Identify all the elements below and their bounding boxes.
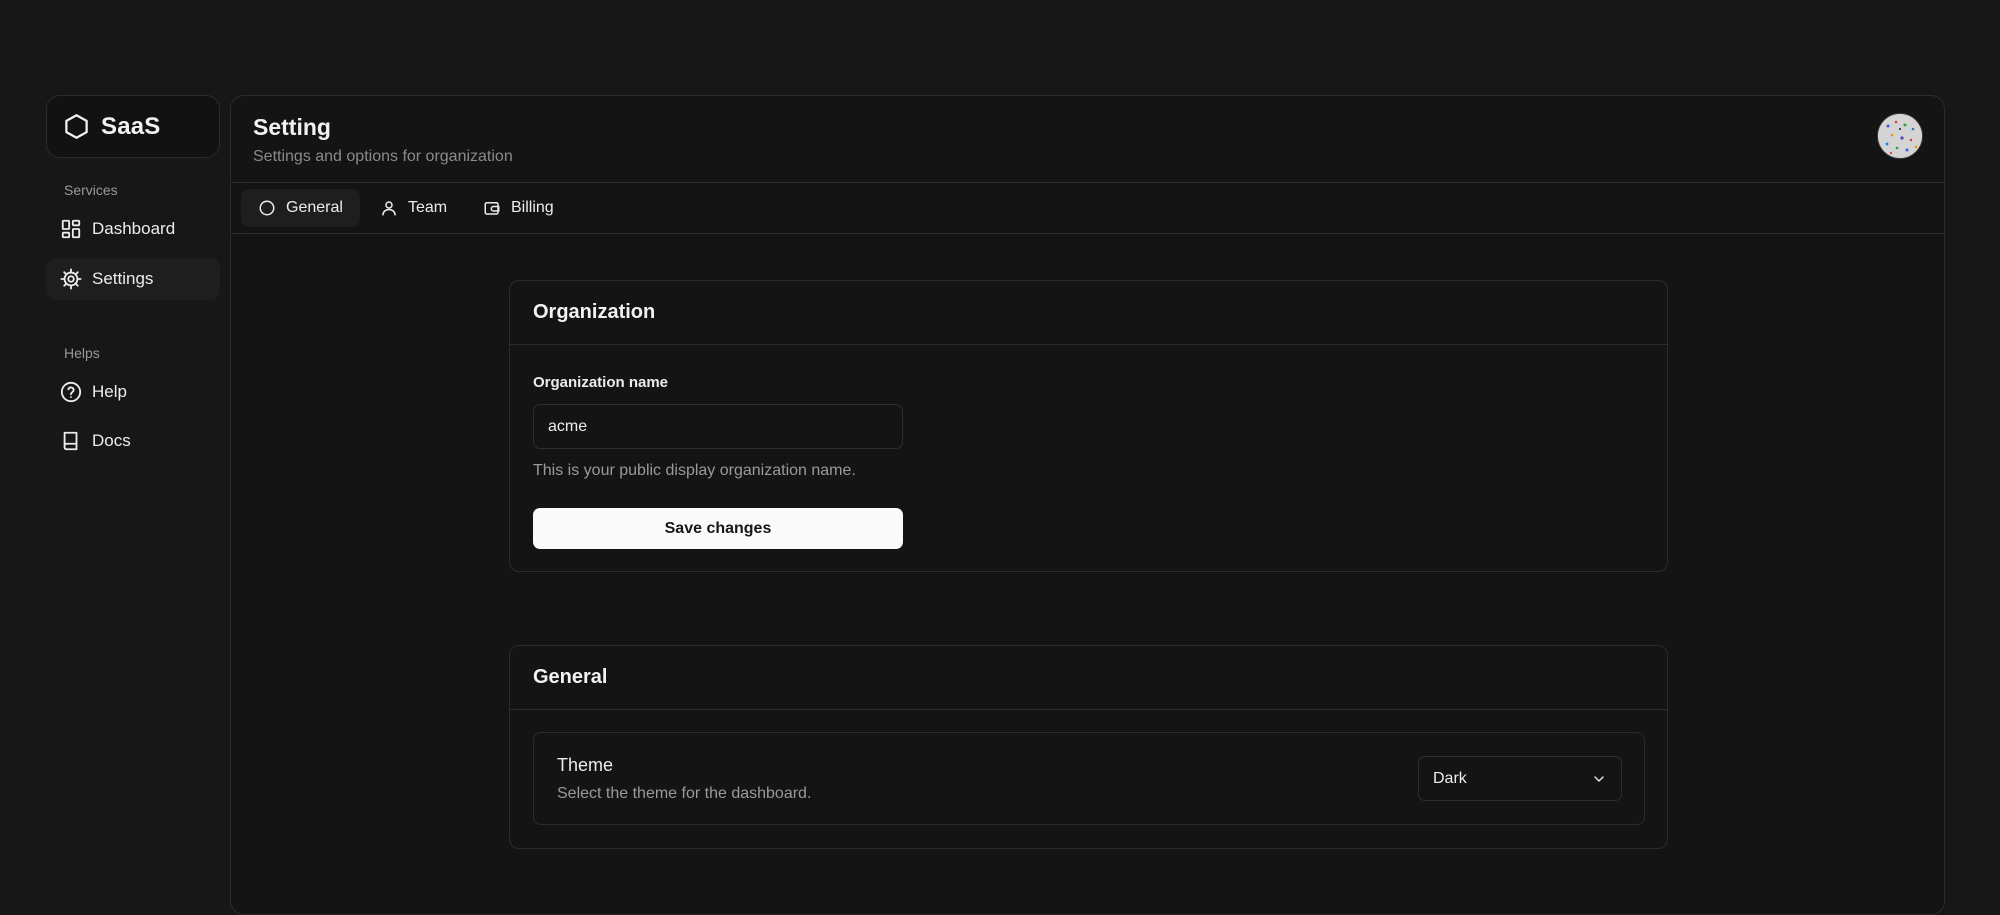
avatar-pattern	[1878, 114, 1922, 158]
circle-icon	[259, 200, 275, 216]
organization-card: Organization Organization name This is y…	[509, 280, 1668, 572]
card-divider	[510, 709, 1667, 710]
tabs-divider	[231, 233, 1944, 234]
sidebar-item-help[interactable]: Help	[46, 371, 220, 413]
theme-setting-row: Theme Select the theme for the dashboard…	[533, 732, 1645, 825]
sidebar-item-label: Dashboard	[92, 219, 176, 238]
save-changes-button[interactable]: Save changes	[533, 508, 903, 549]
theme-select[interactable]: Dark	[1418, 756, 1622, 801]
dashboard-icon	[61, 219, 81, 239]
tab-general[interactable]: General	[241, 189, 360, 227]
organization-name-help: This is your public display organization…	[533, 462, 856, 479]
brand-name: SaaS	[101, 112, 161, 140]
gear-icon	[60, 268, 82, 290]
sidebar-section-helps: Helps	[64, 345, 100, 361]
theme-select-value: Dark	[1433, 769, 1467, 787]
brand-logo[interactable]: SaaS	[46, 95, 220, 158]
tab-team[interactable]: Team	[363, 189, 464, 227]
sidebar-item-label: Help	[92, 382, 127, 401]
card-divider	[510, 344, 1667, 345]
user-icon	[382, 201, 396, 216]
main-panel: Setting Settings and options for organiz…	[230, 95, 1945, 915]
help-circle-icon	[60, 381, 82, 403]
tab-label: Team	[408, 199, 448, 216]
sidebar-item-dashboard[interactable]: Dashboard	[46, 208, 220, 250]
sidebar-item-settings[interactable]: Settings	[46, 258, 220, 300]
tab-billing[interactable]: Billing	[466, 189, 571, 227]
avatar[interactable]	[1877, 113, 1923, 159]
theme-label: Theme	[557, 755, 614, 775]
organization-name-label: Organization name	[533, 374, 669, 391]
tab-label: General	[286, 199, 343, 216]
header-divider	[231, 182, 1944, 183]
wallet-icon	[484, 202, 500, 215]
organization-name-input[interactable]	[533, 404, 903, 449]
chevron-down-icon	[1594, 775, 1604, 782]
book-icon	[63, 431, 78, 451]
card-title: General	[533, 666, 608, 688]
page-title: Setting	[253, 114, 331, 140]
tab-label: Billing	[511, 199, 554, 216]
hexagon-icon	[65, 114, 88, 139]
general-card: General Theme Select the theme for the d…	[509, 645, 1668, 849]
card-title: Organization	[533, 301, 656, 323]
sidebar-item-label: Settings	[92, 269, 154, 288]
sidebar-section-services: Services	[64, 182, 118, 198]
sidebar-item-label: Docs	[92, 431, 131, 450]
page-subtitle: Settings and options for organization	[253, 148, 513, 165]
theme-description: Select the theme for the dashboard.	[557, 785, 812, 802]
sidebar-item-docs[interactable]: Docs	[46, 420, 220, 462]
